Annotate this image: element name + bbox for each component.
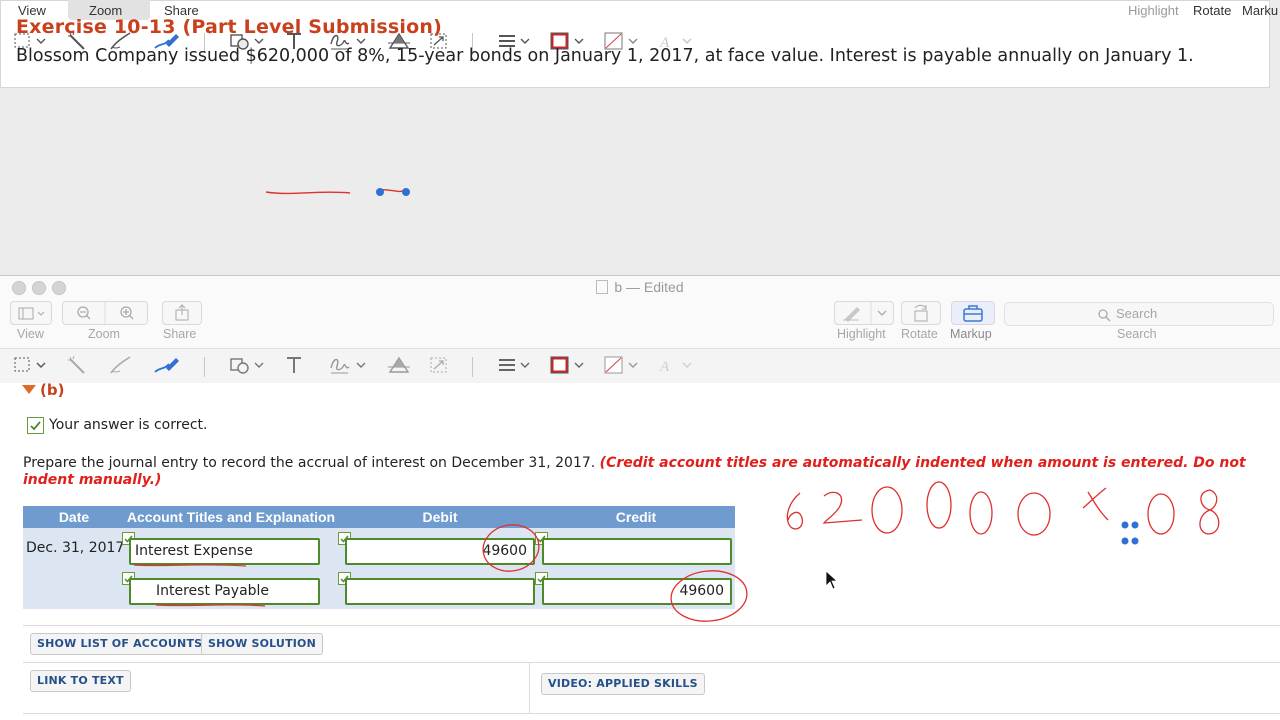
row1-account-input[interactable]: Interest Expense xyxy=(129,538,320,565)
row1-credit-input[interactable] xyxy=(542,538,732,565)
correct-message: Your answer is correct. xyxy=(49,417,208,433)
search-input[interactable]: Search xyxy=(1004,302,1274,326)
journal-entry-table: Date Account Titles and Explanation Debi… xyxy=(23,506,735,609)
background-window: View Zoom Share Highlight Rotate Marku A… xyxy=(0,0,1280,276)
adjust-size-icon[interactable] xyxy=(428,354,456,376)
instant-alpha-icon[interactable] xyxy=(66,354,94,376)
fill-color-icon[interactable] xyxy=(602,354,638,376)
row2-account-input[interactable]: Interest Payable xyxy=(129,578,320,605)
markup-button[interactable] xyxy=(951,301,995,325)
highlight-button[interactable] xyxy=(834,301,894,325)
show-list-of-accounts-button[interactable]: SHOW LIST OF ACCOUNTS xyxy=(30,633,210,655)
exercise-text: Blossom Company issued $620,000 of 8%, 1… xyxy=(16,46,1194,66)
rotate-toolbar-label: Rotate xyxy=(901,327,938,341)
sketch-icon[interactable] xyxy=(108,354,136,376)
search-toolbar-label: Search xyxy=(1117,327,1157,341)
header-credit: Credit xyxy=(615,509,657,525)
exercise-text-pre: Blossom Company issued xyxy=(16,46,246,66)
view-toolbar-label: View xyxy=(17,327,44,341)
video-applied-skills-button[interactable]: VIDEO: APPLIED SKILLS xyxy=(541,673,705,695)
zoom-toolbar-label: Zoom xyxy=(88,327,120,341)
collapse-triangle-icon[interactable] xyxy=(22,385,36,394)
divider xyxy=(23,625,1280,626)
row1-debit-input[interactable]: 49600 xyxy=(345,538,535,565)
journal-table-header: Date Account Titles and Explanation Debi… xyxy=(23,506,735,528)
highlight-label[interactable]: Highlight xyxy=(1128,3,1179,18)
text-style-icon[interactable]: A xyxy=(656,354,692,376)
part-label: (b) xyxy=(40,381,65,399)
entry-date: Dec. 31, 2017 xyxy=(26,540,125,556)
part-b-header[interactable]: (b) xyxy=(22,381,64,399)
markup-toolbar-label: Markup xyxy=(950,327,992,341)
header-account: Account Titles and Explanation xyxy=(126,509,336,525)
rotate-label[interactable]: Rotate xyxy=(1193,3,1231,18)
instruction-text: Prepare the journal entry to record the … xyxy=(23,455,1263,489)
separator xyxy=(204,357,205,377)
draw-icon[interactable] xyxy=(152,354,180,376)
highlight-toolbar-label: Highlight xyxy=(837,327,886,341)
preview-window: b — Edited View Zoom Share Highlight Rot… xyxy=(0,276,1280,720)
divider xyxy=(23,662,1280,663)
header-date: Date xyxy=(58,509,90,525)
bond-amount: $620,000 xyxy=(245,46,330,66)
zoom-buttons[interactable] xyxy=(62,301,148,325)
divider xyxy=(529,663,530,713)
link-to-text-button[interactable]: LINK TO TEXT xyxy=(30,670,131,692)
rotate-button[interactable] xyxy=(901,301,941,325)
interest-rate: 8% xyxy=(357,46,385,66)
markup-label[interactable]: Marku xyxy=(1242,3,1278,18)
divider xyxy=(23,713,1280,714)
search-placeholder: Search xyxy=(1116,306,1158,321)
shapes-icon[interactable] xyxy=(228,354,264,376)
border-color-icon[interactable] xyxy=(548,354,584,376)
document-icon xyxy=(596,280,609,294)
document-content: (b) Your answer is correct. Prepare the … xyxy=(0,381,1280,720)
markup-toolbar: A xyxy=(0,348,1280,384)
text-icon[interactable] xyxy=(284,354,312,376)
rect-select-icon[interactable] xyxy=(12,354,46,376)
svg-text:A: A xyxy=(659,359,670,375)
show-solution-button[interactable]: SHOW SOLUTION xyxy=(201,633,324,655)
header-debit: Debit xyxy=(422,509,458,525)
adjust-color-icon[interactable] xyxy=(386,354,414,376)
line-style-icon[interactable] xyxy=(496,354,530,376)
window-title-text: b — Edited xyxy=(614,279,684,295)
row2-debit-input[interactable] xyxy=(345,578,535,605)
search-icon xyxy=(1098,309,1111,322)
correct-check-icon xyxy=(27,417,44,434)
share-button[interactable] xyxy=(162,301,202,325)
window-title: b — Edited xyxy=(0,276,1280,298)
sign-icon[interactable] xyxy=(328,354,366,376)
instruction-main: Prepare the journal entry to record the … xyxy=(23,455,596,471)
exercise-title: Exercise 10-13 (Part Level Submission) xyxy=(16,16,442,38)
separator xyxy=(472,357,473,377)
exercise-text-mid: of xyxy=(329,46,358,66)
row2-credit-input[interactable]: 49600 xyxy=(542,578,732,605)
view-button[interactable] xyxy=(10,301,52,325)
share-toolbar-label: Share xyxy=(163,327,197,341)
exercise-text-post: , 15-year bonds on January 1, 2017, at f… xyxy=(384,46,1194,66)
